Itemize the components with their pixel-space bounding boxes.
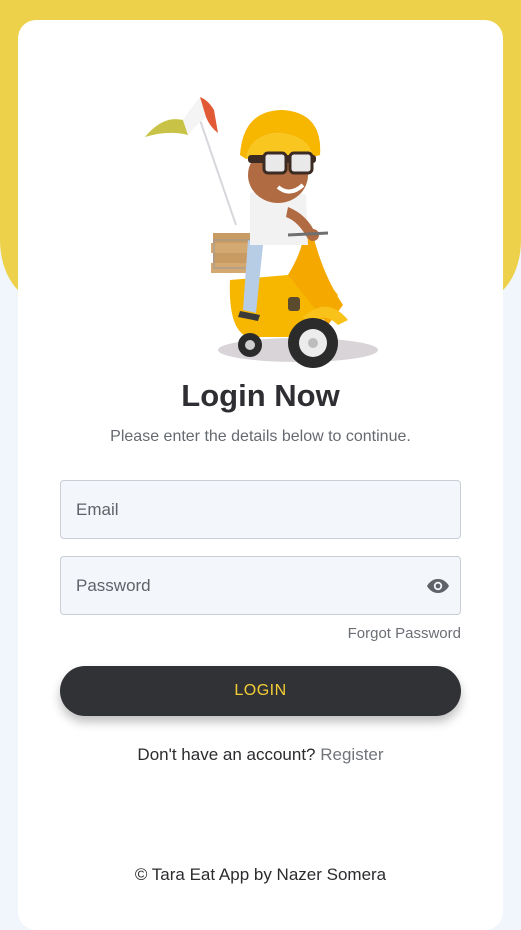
login-button[interactable]: LOGIN xyxy=(60,666,461,716)
register-prompt-line: Don't have an account? Register xyxy=(18,745,503,765)
email-field[interactable] xyxy=(60,480,461,539)
email-input[interactable] xyxy=(61,481,460,538)
register-link[interactable]: Register xyxy=(320,745,383,764)
eye-icon[interactable] xyxy=(426,574,450,598)
password-input[interactable] xyxy=(61,557,460,614)
delivery-scooter-illustration xyxy=(145,97,378,368)
page-title: Login Now xyxy=(181,378,340,413)
register-prompt-text: Don't have an account? xyxy=(137,745,316,764)
password-field[interactable] xyxy=(60,556,461,615)
page-subtitle: Please enter the details below to contin… xyxy=(110,428,411,445)
login-card: Login Now Please enter the details below… xyxy=(18,20,503,930)
forgot-password-link[interactable]: Forgot Password xyxy=(348,625,461,642)
footer-credit: © Tara Eat App by Nazer Somera xyxy=(134,865,387,884)
